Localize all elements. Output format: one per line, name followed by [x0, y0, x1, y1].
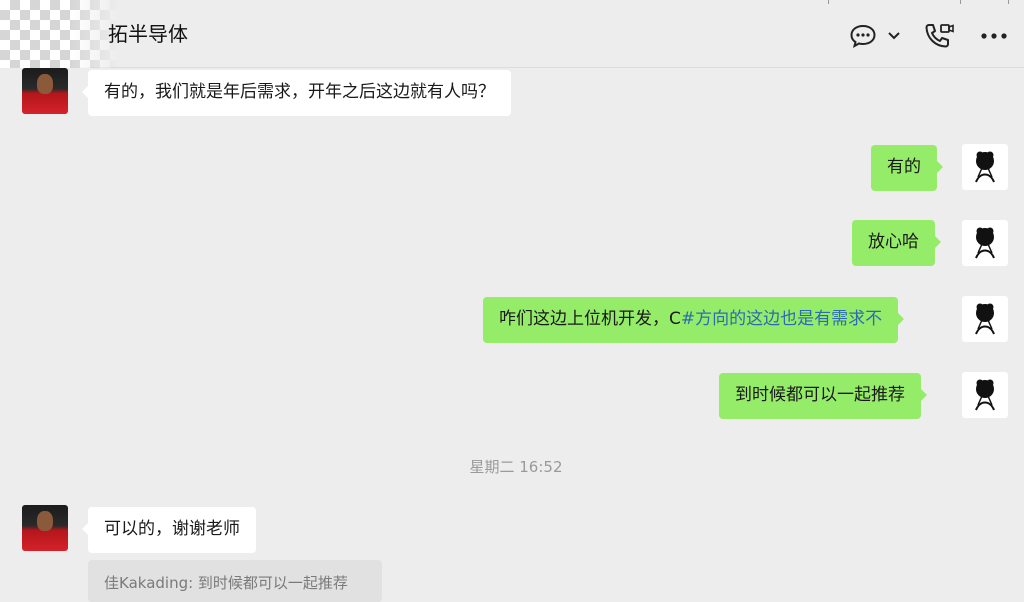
self-avatar[interactable] [962, 296, 1008, 342]
window-control-mark [1008, 0, 1019, 4]
message-text: 咋们这边上位机开发，C [499, 309, 681, 329]
message-bubble-outgoing[interactable]: 放心哈 [852, 220, 941, 266]
self-avatar[interactable] [962, 144, 1008, 190]
message-bubble-incoming[interactable]: 可以的，谢谢老师 [82, 507, 256, 553]
phone-video-icon[interactable] [922, 22, 956, 50]
contact-avatar[interactable] [22, 505, 68, 551]
chat-timestamp: 星期二 16:52 [469, 458, 563, 476]
transparency-checker-overlay [0, 0, 118, 68]
contact-avatar[interactable] [22, 68, 68, 114]
self-avatar[interactable] [962, 372, 1008, 418]
message-link-text[interactable]: #方向的这边也是有需求不 [681, 309, 882, 329]
message-bubble-outgoing[interactable]: 有的 [871, 145, 943, 191]
message-bubble-incoming[interactable]: 有的，我们就是年后需求，开年之后这边就有人吗？ [82, 70, 511, 116]
window-control-mark [828, 0, 839, 4]
chevron-down-icon[interactable] [886, 22, 902, 50]
chat-header: 拓半导体 [0, 0, 1024, 68]
message-bubble-outgoing[interactable]: 咋们这边上位机开发，C#方向的这边也是有需求不 [483, 297, 905, 343]
window-control-mark [960, 0, 971, 4]
quoted-reply[interactable]: 佳Kakading: 到时候都可以一起推荐 [88, 560, 382, 602]
more-icon[interactable] [980, 22, 1008, 50]
chat-title: 拓半导体 [108, 22, 188, 46]
self-avatar[interactable] [962, 220, 1008, 266]
message-bubble-outgoing[interactable]: 到时候都可以一起推荐 [719, 373, 927, 419]
chat-bubble-icon[interactable] [848, 22, 878, 50]
